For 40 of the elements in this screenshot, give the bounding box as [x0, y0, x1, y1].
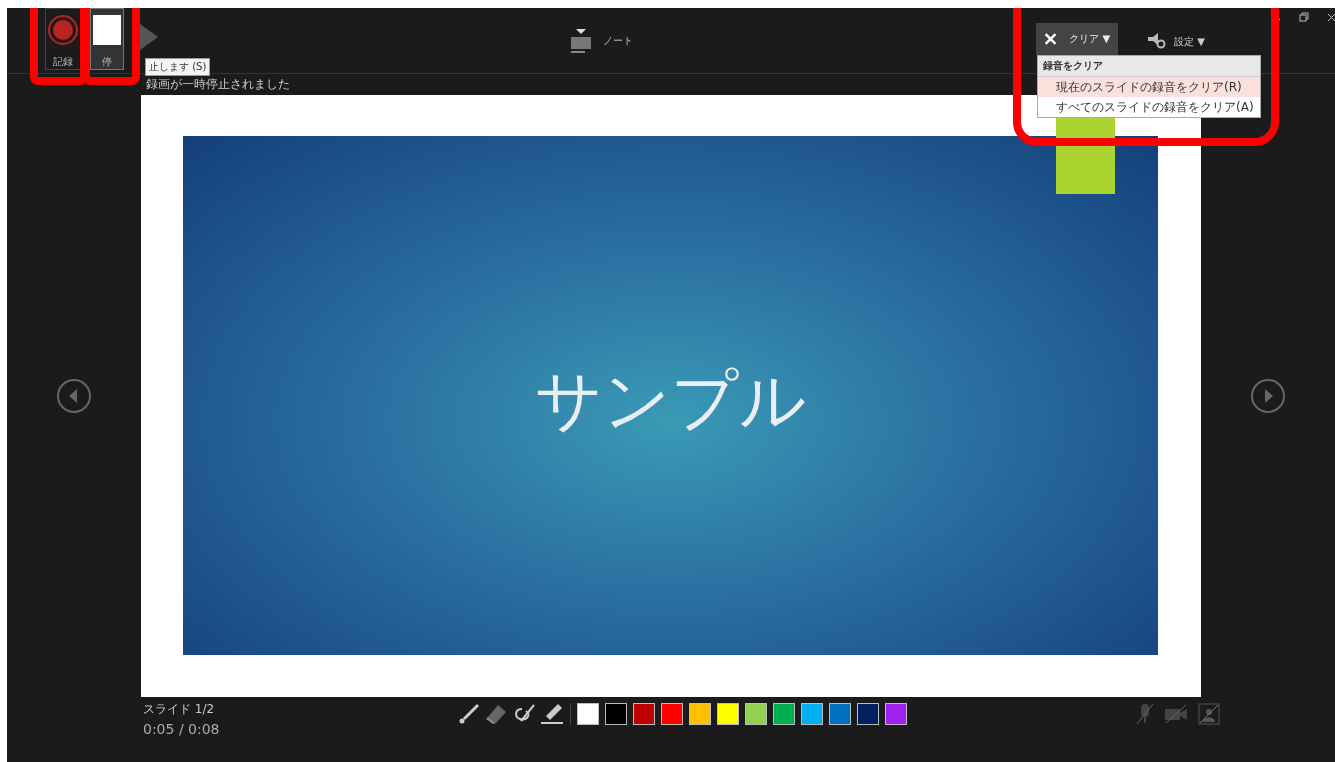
- slide-counter: スライド 1/2: [143, 701, 216, 718]
- color-swatch[interactable]: [577, 703, 599, 725]
- next-slide-icon[interactable]: [1249, 378, 1286, 414]
- color-swatch[interactable]: [661, 703, 683, 725]
- previous-slide-icon[interactable]: [56, 378, 93, 414]
- record-button[interactable]: 記録: [45, 8, 81, 70]
- play-icon[interactable]: [140, 24, 158, 50]
- slide-title: サンプル: [534, 360, 807, 441]
- color-swatch[interactable]: [689, 703, 711, 725]
- highlighter-icon[interactable]: [540, 703, 564, 725]
- pen-icon[interactable]: [458, 703, 480, 725]
- close-icon: [1044, 31, 1058, 47]
- person-off-icon[interactable]: [1198, 703, 1220, 725]
- color-swatch[interactable]: [857, 703, 879, 725]
- color-swatch[interactable]: [717, 703, 739, 725]
- color-swatch[interactable]: [745, 703, 767, 725]
- settings-button[interactable]: 設定 ▼: [1168, 34, 1211, 50]
- menu-item[interactable]: 現在のスライドの録音をクリア(R): [1038, 77, 1260, 97]
- color-swatch[interactable]: [605, 703, 627, 725]
- stop-button[interactable]: 停: [90, 8, 124, 70]
- clear-button[interactable]: クリア ▼: [1036, 23, 1119, 55]
- camera-off-icon[interactable]: [1164, 703, 1188, 725]
- notes-icon: [571, 29, 591, 53]
- color-swatch[interactable]: [801, 703, 823, 725]
- tooltip: 止します (S): [145, 58, 211, 76]
- square-icon: [92, 13, 122, 47]
- restore-icon[interactable]: [1299, 12, 1309, 22]
- menu-header: 録音をクリア: [1038, 56, 1260, 77]
- color-swatch[interactable]: [829, 703, 851, 725]
- status-message: 録画が一時停止されました: [146, 76, 290, 93]
- microphone-off-icon[interactable]: [1136, 703, 1154, 725]
- eraser-icon[interactable]: [484, 703, 508, 725]
- color-swatch[interactable]: [885, 703, 907, 725]
- close-icon[interactable]: [1327, 12, 1335, 22]
- color-swatch[interactable]: [773, 703, 795, 725]
- speaker-gear-icon[interactable]: [1148, 31, 1167, 49]
- color-swatch[interactable]: [633, 703, 655, 725]
- record-icon: [46, 13, 80, 47]
- notes-button[interactable]: ノート: [565, 28, 639, 54]
- timer: 0:05 / 0:08: [143, 721, 221, 737]
